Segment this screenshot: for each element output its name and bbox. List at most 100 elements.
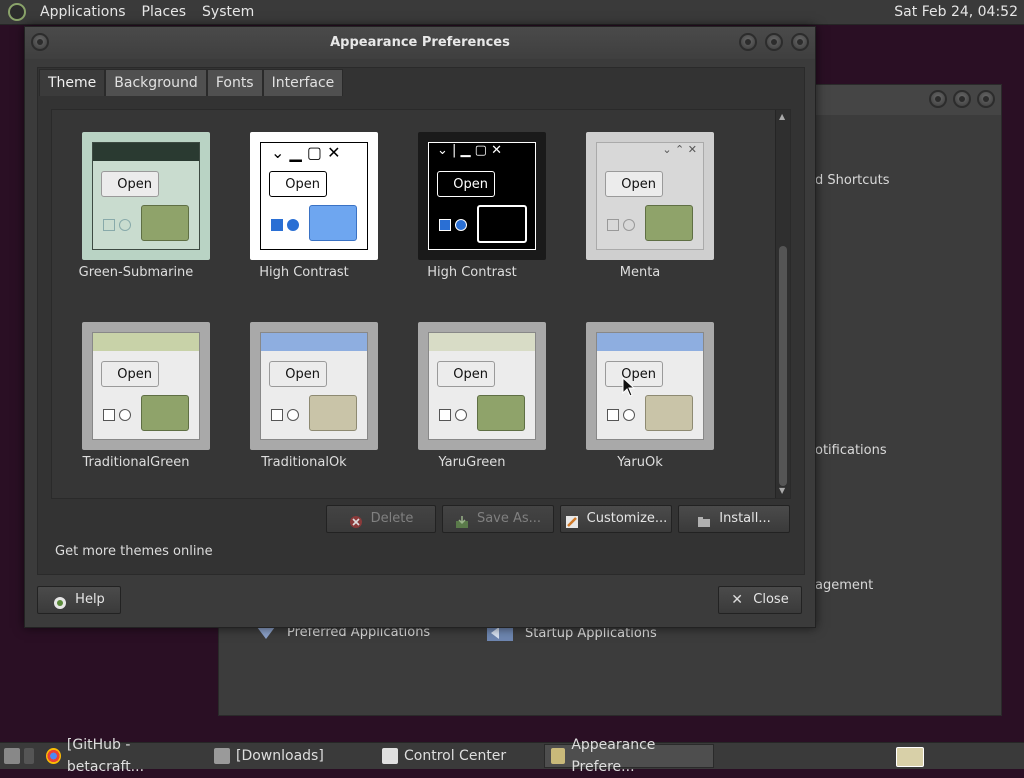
theme-menta[interactable]: ⌄ ⌃ ✕ Open Menta [556,110,724,280]
checkbox-icon [439,219,451,231]
tab-bar: Theme Background Fonts Interface [39,69,344,96]
theme-traditional-ok[interactable]: Open TraditionalOk [220,300,388,470]
thumbnail-open-button: Open [101,361,159,387]
close-icon[interactable] [791,33,809,51]
radio-icon [455,409,467,421]
appearance-preferences-dialog: Appearance Preferences Theme Background … [24,26,816,628]
checkbox-icon [271,409,283,421]
workspace-switcher-icon[interactable] [896,747,924,767]
theme-yaru-ok[interactable]: Open YaruOk [556,300,724,470]
appearance-icon [551,748,566,764]
tab-background[interactable]: Background [105,69,207,96]
chrome-icon [46,748,61,764]
customize-label: Customize... [586,511,668,526]
theme-name: YaruGreen [438,455,506,470]
minimize-icon[interactable] [929,90,947,108]
scrollbar-thumb[interactable] [779,246,787,486]
theme-thumbnail: Open [82,132,210,260]
thumbnail-open-button: Open [437,361,495,387]
close-button[interactable]: ✕ Close [718,586,802,614]
menu-applications[interactable]: Applications [32,0,134,24]
close-label: Close [753,592,789,607]
control-center-icon [382,748,398,764]
thumbnail-window: ⌄ ⌃ ✕ Open [596,142,704,250]
management-label[interactable]: agement [815,578,873,593]
taskbar-item-downloads[interactable]: [Downloads] [208,745,376,767]
thumbnail-titlebar [261,333,367,351]
save-as-button[interactable]: Save As... [442,505,554,533]
delete-label: Delete [370,511,414,526]
theme-name: YaruOk [617,455,663,470]
checkbox-icon [103,409,115,421]
save-icon [455,512,469,528]
customize-icon [565,512,579,528]
checkbox-icon [103,219,115,231]
show-desktop-icon[interactable] [4,748,20,764]
desktop-pager-icon[interactable] [24,748,34,764]
folder-icon [697,512,711,527]
thumbnail-titlebar [93,333,199,351]
mate-logo-icon[interactable] [8,3,26,21]
minimize-icon[interactable] [739,33,757,51]
customize-button[interactable]: Customize... [560,505,672,533]
save-as-label: Save As... [476,511,542,526]
radio-icon [287,219,299,231]
theme-yaru-green[interactable]: Open YaruGreen [388,300,556,470]
maximize-icon[interactable] [765,33,783,51]
dialog-window-buttons [739,33,809,51]
control-center-window-buttons [929,90,995,108]
theme-thumbnail: ⌄ ⌃ ✕ Open [586,132,714,260]
folder-icon [645,395,693,431]
theme-name: High Contrast [259,265,349,280]
keyboard-shortcuts-label[interactable]: d Shortcuts [815,173,890,188]
theme-list-scrollbar[interactable]: ▲ ▼ [775,110,790,498]
theme-thumbnail: Open [82,322,210,450]
thumbnail-titlebar: ⌄ | ▁ ▢ ✕ [429,143,535,161]
theme-high-contrast[interactable]: ⌄ ▁ ▢ ✕ Open High Contrast [220,110,388,280]
thumbnail-window: Open [596,332,704,440]
close-icon[interactable] [977,90,995,108]
get-more-themes-link[interactable]: Get more themes online [55,544,213,559]
tab-theme[interactable]: Theme [39,69,106,96]
theme-high-contrast-inverse[interactable]: ⌄ | ▁ ▢ ✕ Open High Contrast [388,110,556,280]
radio-icon [287,409,299,421]
folder-icon [477,395,525,431]
dialog-titlebar[interactable]: Appearance Preferences [25,27,815,59]
notifications-label[interactable]: otifications [815,443,887,458]
theme-traditional-green[interactable]: Open TraditionalGreen [52,300,220,470]
taskbar-item-control-center[interactable]: Control Center [376,745,544,767]
tab-interface[interactable]: Interface [262,69,344,96]
bottom-taskbar: [GitHub - betacraft... [Downloads] Contr… [0,737,1024,775]
menu-places[interactable]: Places [134,0,195,24]
maximize-icon[interactable] [953,90,971,108]
theme-grid: Open Green-Submarine ⌄ ▁ ▢ ✕ Open High C… [52,110,772,498]
menu-system[interactable]: System [194,0,262,24]
help-button[interactable]: Help [37,586,121,614]
folder-icon [309,395,357,431]
thumbnail-window: Open [428,332,536,440]
folder-icon [214,748,230,764]
theme-name: TraditionalGreen [82,455,190,470]
thumbnail-window: Open [260,332,368,440]
theme-green-submarine[interactable]: Open Green-Submarine [52,110,220,280]
install-button[interactable]: Install... [678,505,790,533]
theme-list: Open Green-Submarine ⌄ ▁ ▢ ✕ Open High C… [51,109,791,499]
tab-fonts[interactable]: Fonts [206,69,263,96]
thumbnail-open-button: Open [269,361,327,387]
radio-icon [119,219,131,231]
theme-name: High Contrast [427,265,517,280]
delete-button[interactable]: Delete [326,505,436,533]
scroll-down-icon[interactable]: ▼ [779,486,785,495]
close-icon: ✕ [731,592,744,608]
thumbnail-window: ⌄ ▁ ▢ ✕ Open [260,142,368,250]
taskbar-item-appearance-preferences[interactable]: Appearance Prefere... [544,737,714,775]
clock[interactable]: Sat Feb 24, 04:52 [894,0,1018,24]
theme-name: Green-Submarine [78,265,194,280]
thumbnail-window: Open [92,332,200,440]
radio-icon [623,219,635,231]
taskbar-item-github[interactable]: [GitHub - betacraft... [40,737,208,775]
checkbox-icon [271,219,283,231]
scroll-up-icon[interactable]: ▲ [779,112,785,121]
mouse-cursor-icon [622,377,636,397]
theme-name: TraditionalOk [261,455,347,470]
